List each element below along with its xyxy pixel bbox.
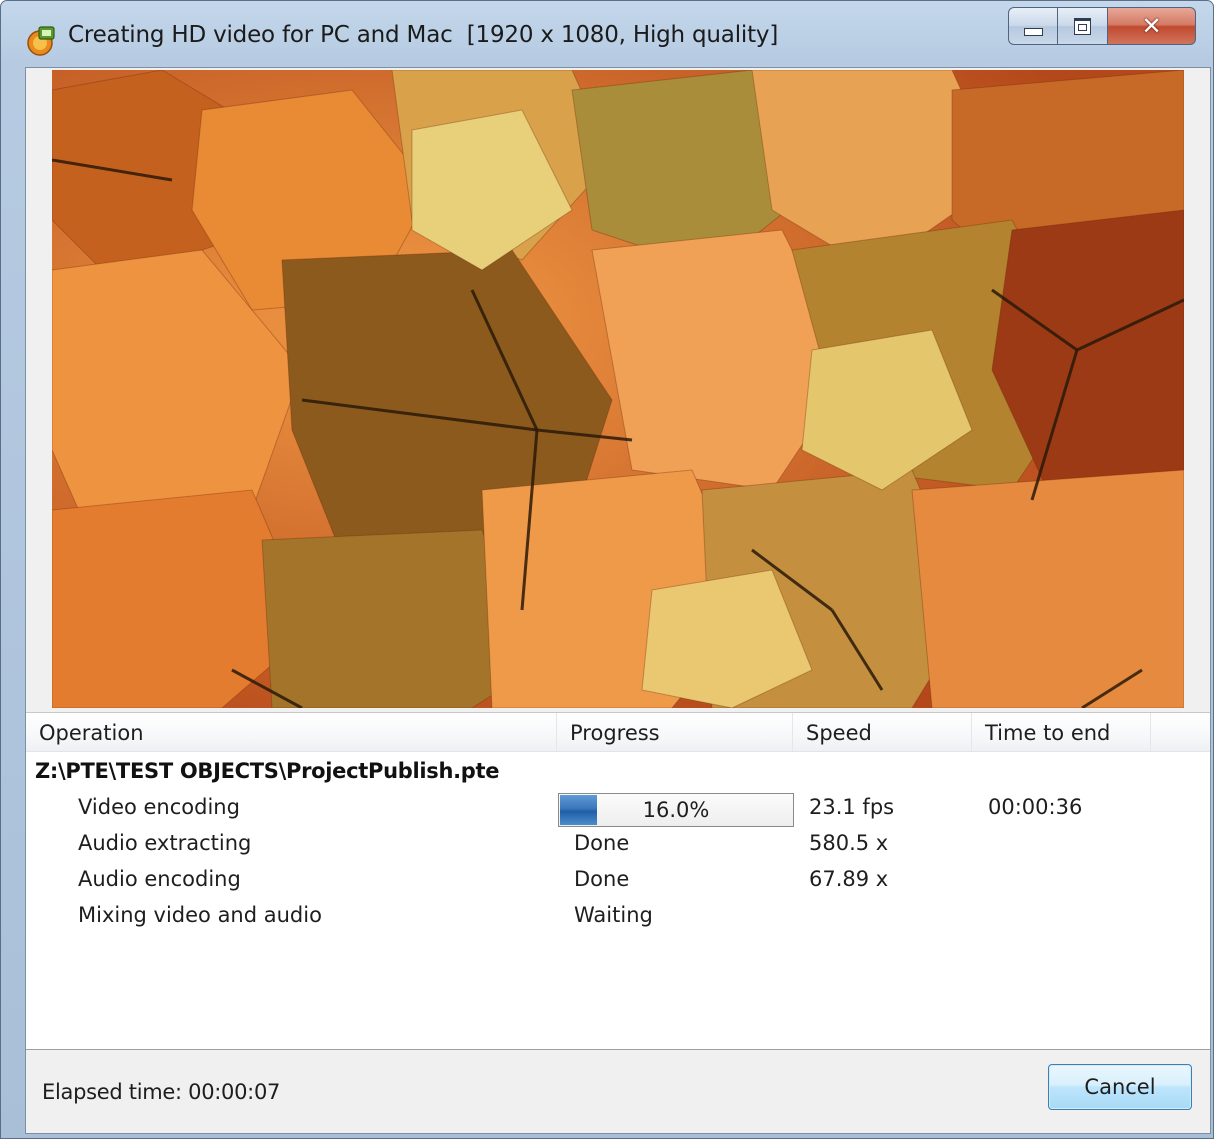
caption-buttons: ✕ xyxy=(1008,7,1196,45)
autumn-leaves-image xyxy=(52,70,1184,708)
minimize-button[interactable] xyxy=(1008,7,1058,45)
column-header-time-to-end[interactable]: Time to end xyxy=(972,713,1151,751)
progress-status: Done xyxy=(574,867,630,891)
minimize-icon xyxy=(1023,28,1043,36)
maximize-icon xyxy=(1074,17,1091,35)
close-icon: ✕ xyxy=(1141,12,1162,40)
operation-label: Audio encoding xyxy=(78,867,241,891)
operation-label: Audio extracting xyxy=(78,831,252,855)
speed-value: 23.1 fps xyxy=(809,795,895,819)
project-file-path: Z:\PTE\TEST OBJECTS\ProjectPublish.pte xyxy=(35,759,500,783)
maximize-button[interactable] xyxy=(1058,7,1108,45)
operation-label: Video encoding xyxy=(78,795,240,819)
title-bar[interactable]: Creating HD video for PC and Mac [1920 x… xyxy=(1,1,1213,67)
operations-table: Operation Progress Speed Time to end Z:\… xyxy=(26,712,1210,1050)
app-icon xyxy=(27,26,55,56)
video-preview xyxy=(52,70,1184,708)
elapsed-time: Elapsed time: 00:00:07 xyxy=(42,1080,281,1104)
speed-value: 580.5 x xyxy=(809,831,889,855)
progress-status: Waiting xyxy=(574,903,653,927)
progress-percent: 16.0% xyxy=(642,798,710,822)
publish-progress-window: Creating HD video for PC and Mac [1920 x… xyxy=(0,0,1214,1139)
time-to-end-value: 00:00:36 xyxy=(988,795,1083,819)
speed-value: 67.89 x xyxy=(809,867,889,891)
close-button[interactable]: ✕ xyxy=(1108,7,1196,45)
column-header-speed[interactable]: Speed xyxy=(793,713,972,751)
cancel-button[interactable]: Cancel xyxy=(1048,1064,1192,1110)
window-title: Creating HD video for PC and Mac [1920 x… xyxy=(68,22,779,48)
column-header-operation[interactable]: Operation xyxy=(26,713,557,751)
operation-label: Mixing video and audio xyxy=(78,903,322,927)
progress-status: Done xyxy=(574,831,630,855)
column-header-progress[interactable]: Progress xyxy=(557,713,793,751)
video-encoding-progress-bar: 16.0% xyxy=(558,793,794,827)
dialog-client-area: Operation Progress Speed Time to end Z:\… xyxy=(25,67,1211,1134)
table-header: Operation Progress Speed Time to end xyxy=(26,713,1210,752)
